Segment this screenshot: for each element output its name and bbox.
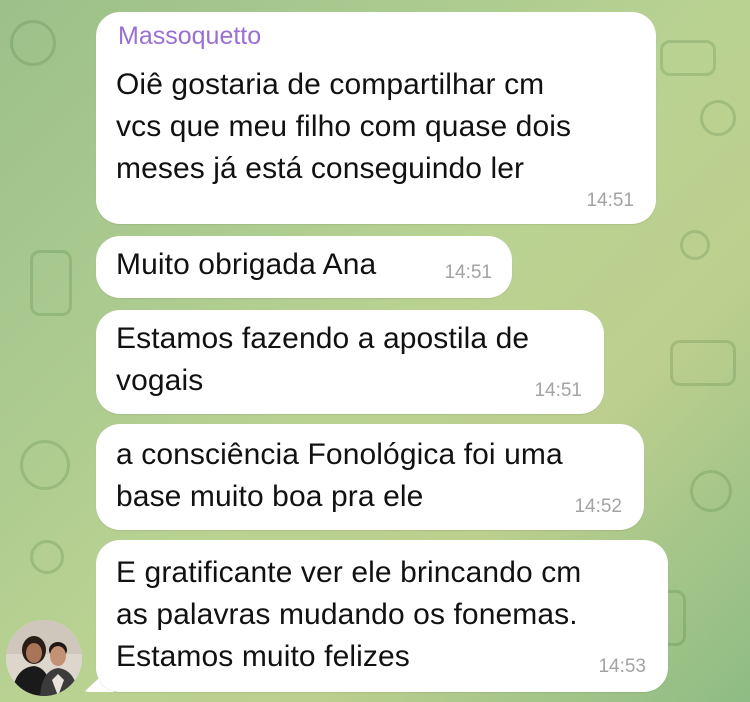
message-text: Oiê gostaria de compartilhar cm vcs que … [116,68,572,185]
message-text: Estamos fazendo a apostila de vogais [116,322,530,397]
message-time: 14:51 [444,262,492,283]
message-time: 14:51 [586,190,634,211]
message-text: Muito obrigada Ana [116,248,377,281]
avatar-photo [6,620,82,696]
message-bubble[interactable]: Massoquetto Oiê gostaria de compartilhar… [96,12,656,224]
message-time: 14:52 [574,496,622,517]
message-bubble[interactable]: E gratificante ver ele brincando cm as p… [96,540,668,692]
message-text: a consciência Fonológica foi uma base mu… [116,438,563,513]
message-text: E gratificante ver ele brincando cm as p… [116,556,582,673]
message-time: 14:53 [598,656,646,677]
sender-name[interactable]: Massoquetto [118,22,261,51]
message-bubble[interactable]: Muito obrigada Ana 14:51 [96,236,512,298]
message-time: 14:51 [534,380,582,401]
sender-avatar[interactable] [6,620,82,696]
message-bubble[interactable]: a consciência Fonológica foi uma base mu… [96,424,644,530]
message-bubble[interactable]: Estamos fazendo a apostila de vogais 14:… [96,310,604,414]
